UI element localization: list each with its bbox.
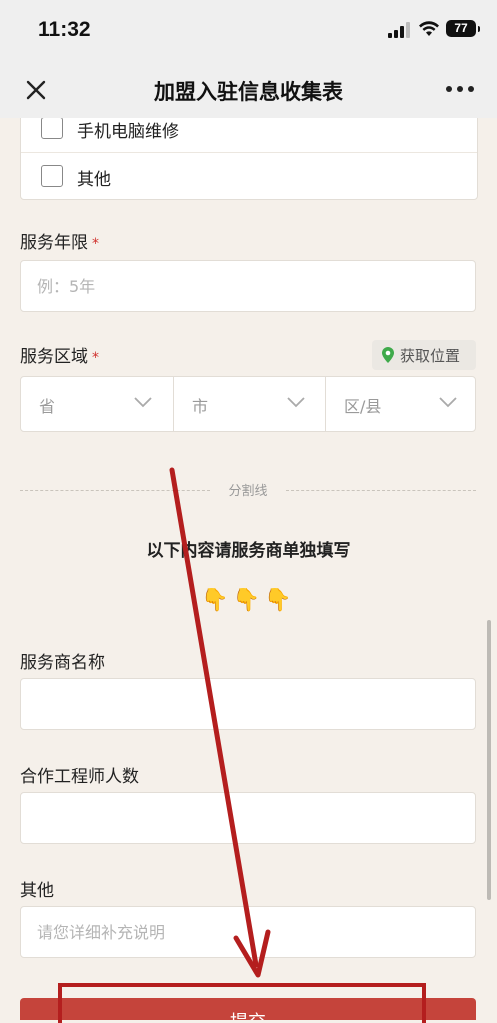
pointing-down-emoji: 👇👇👇 xyxy=(201,588,296,613)
chevron-down-icon xyxy=(439,397,457,408)
chevron-down-icon xyxy=(134,397,152,408)
section-divider: 分割线 xyxy=(20,484,476,499)
required-mark: * xyxy=(92,350,99,366)
scrollbar[interactable] xyxy=(487,620,491,900)
option-label: 手机电脑维修 xyxy=(77,122,179,142)
service-years-field[interactable] xyxy=(20,260,476,312)
nav-bar: 加盟入驻信息收集表 xyxy=(0,62,497,118)
status-bar: 11:32 77 xyxy=(0,0,497,62)
checkbox[interactable] xyxy=(41,118,63,139)
other-field[interactable] xyxy=(20,906,476,958)
province-select[interactable]: 省 xyxy=(21,377,173,431)
city-select[interactable]: 市 xyxy=(173,377,326,431)
provider-name-field[interactable] xyxy=(20,678,476,730)
service-area-label: 服务区域 * xyxy=(20,347,99,367)
district-select[interactable]: 区/县 xyxy=(325,377,478,431)
annotation-highlight-box xyxy=(58,983,426,1023)
other-label: 其他 xyxy=(20,881,54,901)
region-picker: 省 市 区/县 xyxy=(20,376,476,432)
option-list: 手机电脑维修 其他 xyxy=(20,118,478,200)
wifi-icon xyxy=(419,21,439,36)
other-input[interactable] xyxy=(21,907,473,957)
page-title: 加盟入驻信息收集表 xyxy=(154,80,343,104)
battery-indicator: 77 xyxy=(446,20,480,37)
engineer-count-label: 合作工程师人数 xyxy=(20,767,139,787)
get-location-button[interactable]: 获取位置 xyxy=(372,340,476,370)
chevron-down-icon xyxy=(287,397,305,408)
section-notice: 以下内容请服务商单独填写 xyxy=(146,541,351,561)
get-location-label: 获取位置 xyxy=(400,347,461,365)
required-mark: * xyxy=(92,236,99,252)
provider-name-input[interactable] xyxy=(21,679,473,729)
option-item[interactable]: 手机电脑维修 xyxy=(21,118,477,151)
cellular-signal-icon xyxy=(388,22,410,38)
more-options-icon[interactable] xyxy=(446,86,476,94)
option-label: 其他 xyxy=(77,170,111,190)
status-time: 11:32 xyxy=(38,18,91,41)
location-pin-icon xyxy=(382,347,394,363)
checkbox[interactable] xyxy=(41,165,63,187)
service-years-input[interactable] xyxy=(21,261,473,311)
option-item-other[interactable]: 其他 xyxy=(21,152,477,199)
provider-name-label: 服务商名称 xyxy=(20,653,105,673)
engineer-count-field[interactable] xyxy=(20,792,476,844)
service-years-label: 服务年限 * xyxy=(20,233,99,253)
divider-label: 分割线 xyxy=(228,484,268,499)
engineer-count-input[interactable] xyxy=(21,793,473,843)
form-content[interactable]: 手机电脑维修 其他 服务年限* 服务区域* 获取位置 省 市 区/县 xyxy=(0,118,497,1020)
